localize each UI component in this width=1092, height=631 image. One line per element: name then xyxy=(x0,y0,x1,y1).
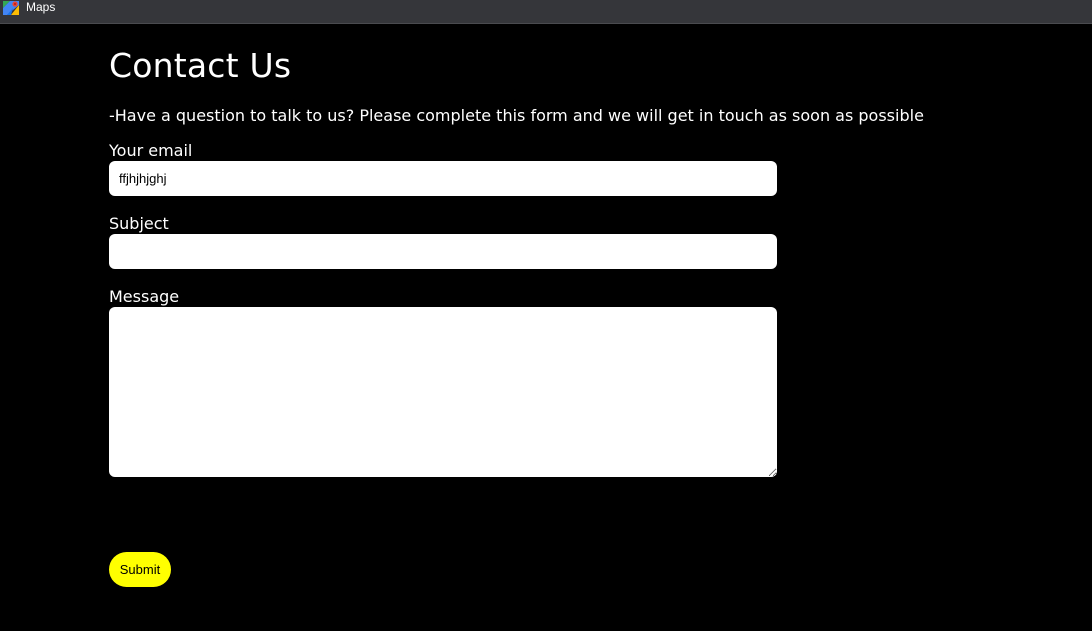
submit-button[interactable]: Submit xyxy=(109,552,171,587)
window-titlebar: Maps xyxy=(0,0,1092,24)
subject-label: Subject xyxy=(109,214,169,233)
maps-app-icon xyxy=(3,0,19,15)
subject-field[interactable] xyxy=(109,234,777,269)
message-textarea[interactable] xyxy=(109,307,777,477)
email-label: Your email xyxy=(109,141,193,160)
page-title: Contact Us xyxy=(109,46,292,85)
message-label: Message xyxy=(109,287,180,306)
intro-text: -Have a question to talk to us? Please c… xyxy=(109,106,924,125)
window-title: Maps xyxy=(26,0,56,14)
email-field[interactable] xyxy=(109,161,777,196)
